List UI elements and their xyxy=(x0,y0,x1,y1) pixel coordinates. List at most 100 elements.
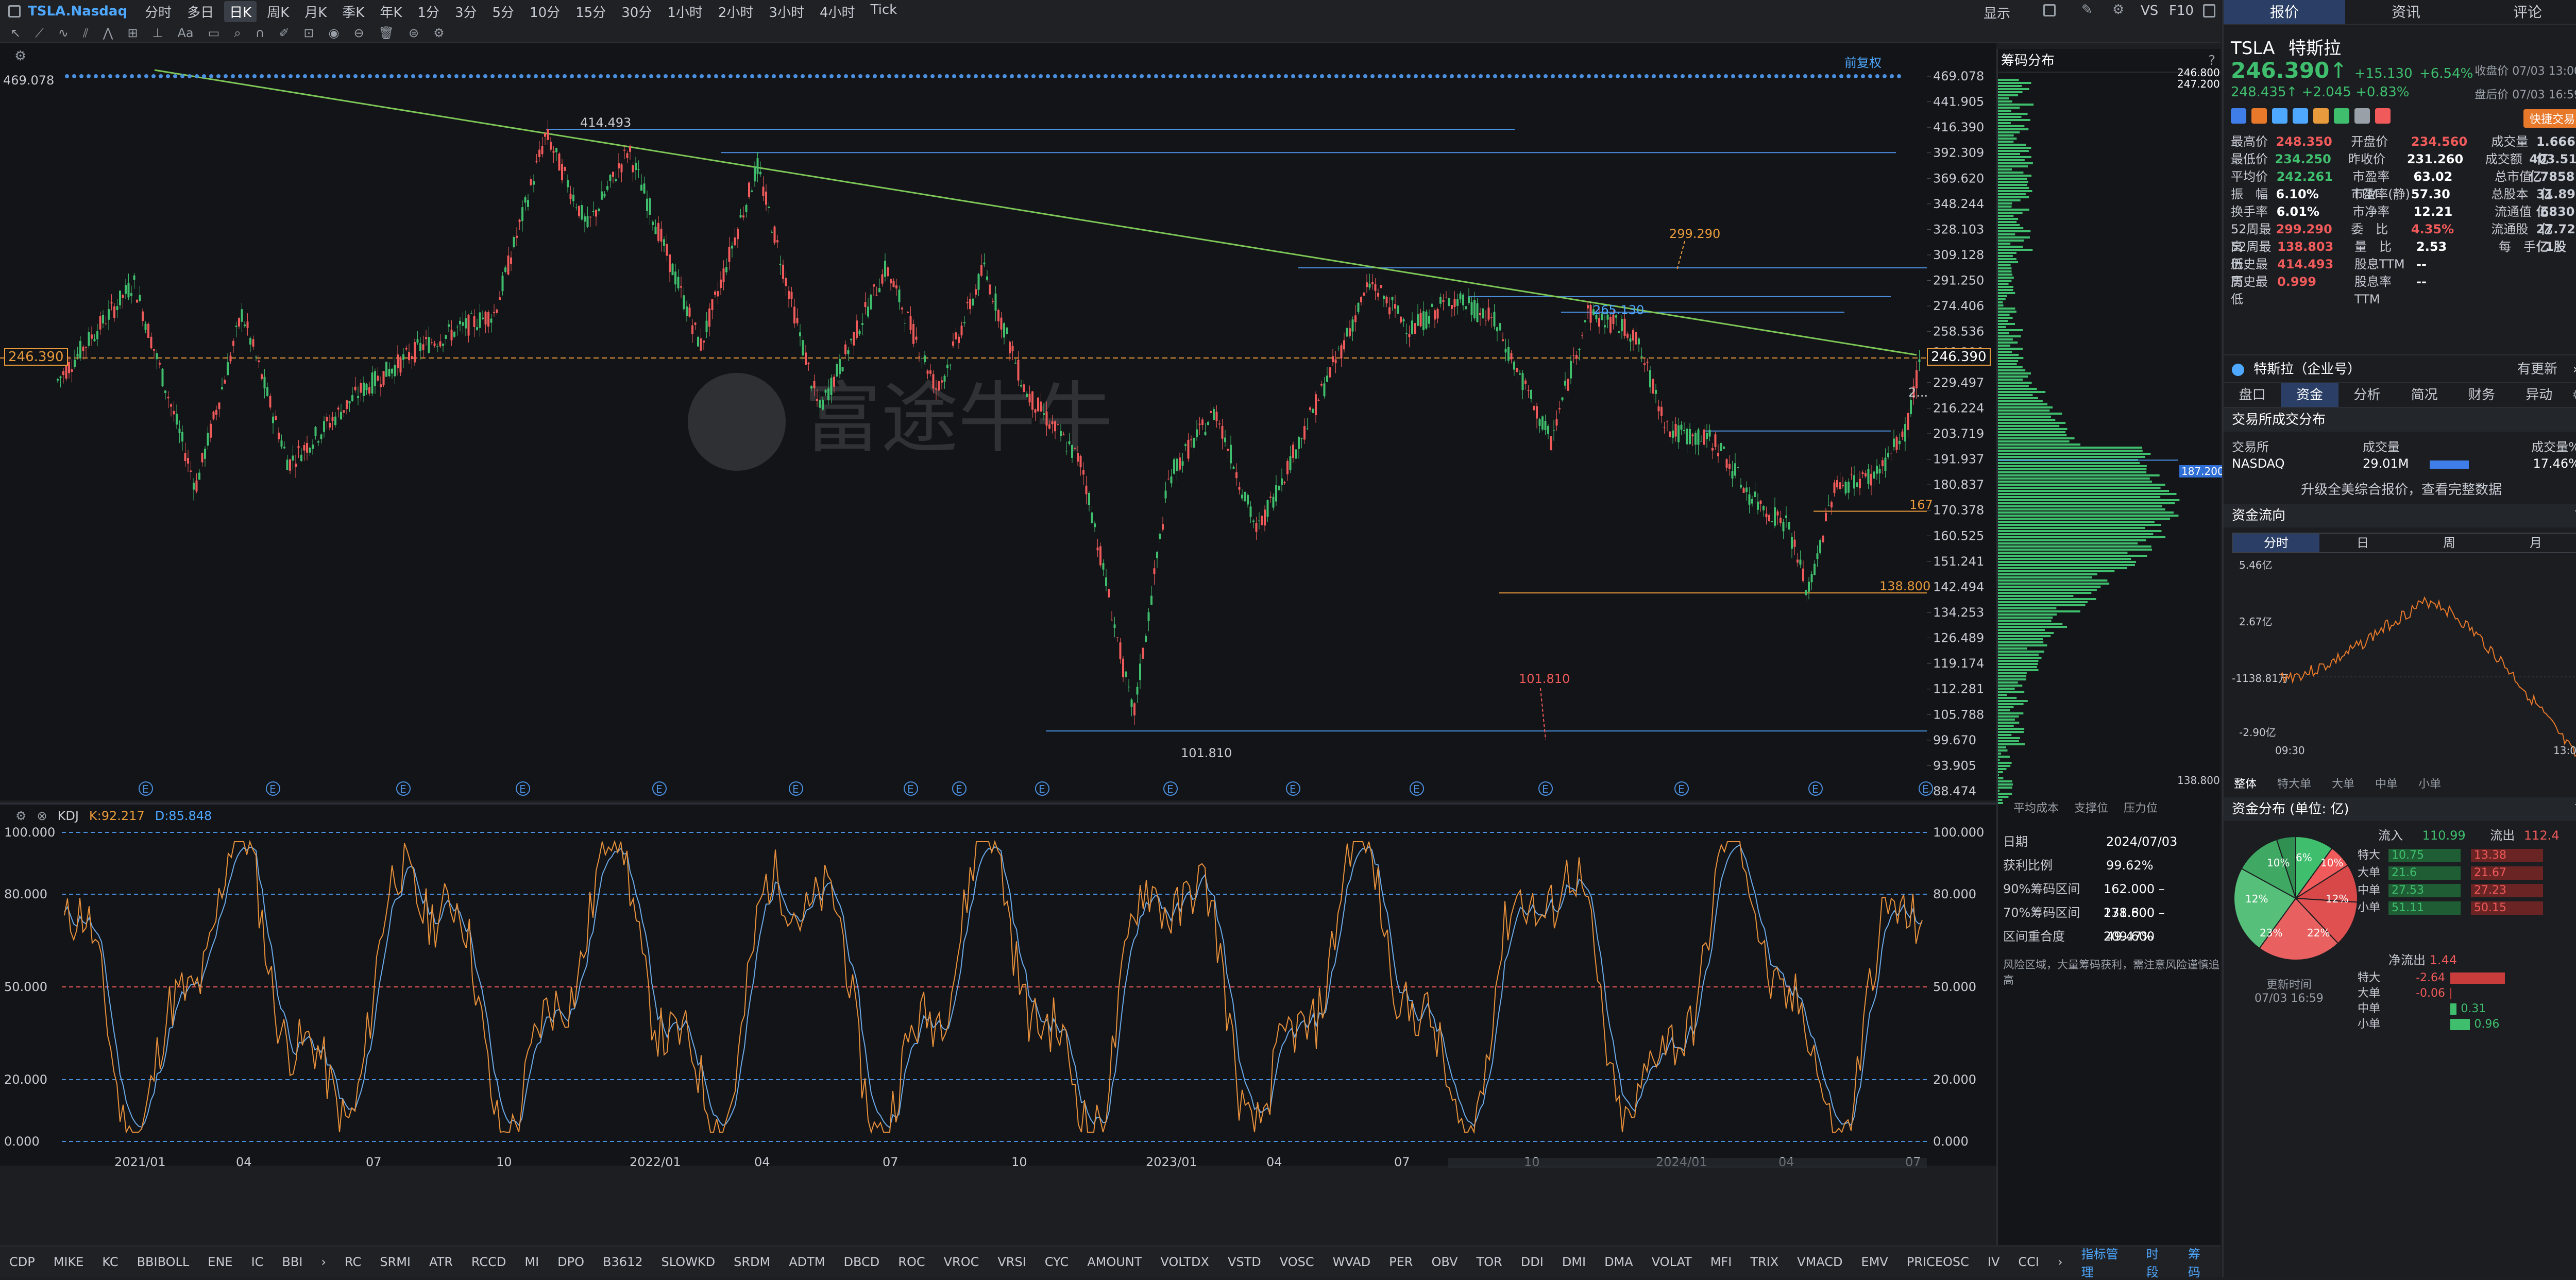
period-tab[interactable]: 年K xyxy=(375,1,407,22)
window-icon[interactable] xyxy=(8,5,21,18)
quote-tab[interactable]: 报价 xyxy=(2224,0,2345,24)
badge-icon[interactable] xyxy=(2251,108,2267,124)
indicator-tab[interactable]: VOLTDX xyxy=(1160,1255,1209,1269)
indicator-tab[interactable]: RCCD xyxy=(471,1255,506,1269)
period-tab[interactable]: 多日 xyxy=(182,1,219,22)
indicator-tab[interactable]: AMOUNT xyxy=(1087,1255,1142,1269)
cursor-icon[interactable]: ↖ xyxy=(10,26,21,40)
ruler-tool-icon[interactable]: ⊞ xyxy=(127,26,138,40)
period-tab[interactable]: 日K xyxy=(224,1,257,22)
trend-line[interactable] xyxy=(154,69,1917,356)
flow-tab[interactable]: 周 xyxy=(2406,534,2493,552)
indicator-tab[interactable]: SRMI xyxy=(380,1255,411,1269)
sub-tab[interactable]: 财务 xyxy=(2453,383,2510,407)
indicator-tab[interactable]: DPO xyxy=(557,1255,584,1269)
checkbox-icon[interactable] xyxy=(2043,4,2056,16)
indicator-tab[interactable]: B3612 xyxy=(603,1255,643,1269)
indicator-tab[interactable]: MFI xyxy=(1710,1255,1732,1269)
hide-icon[interactable]: ⊖ xyxy=(353,26,364,40)
period-tab[interactable]: 1分 xyxy=(412,1,445,22)
kdj-panel[interactable]: 100.000 100.000 80.000 80.000 50.000 50.000 20… xyxy=(0,803,1996,1168)
period-tab[interactable]: Tick xyxy=(866,1,903,22)
indicator-tab[interactable]: ROC xyxy=(898,1255,925,1269)
period-tab[interactable]: 30分 xyxy=(616,1,657,22)
quick-trade-button[interactable]: 快捷交易 xyxy=(2523,109,2576,128)
sub-tab[interactable]: 异动 xyxy=(2511,383,2568,407)
indicator-tab[interactable]: ENE xyxy=(208,1255,232,1269)
indicator-tab[interactable]: RC xyxy=(345,1255,361,1269)
indicator-tab[interactable]: 筹码 xyxy=(2188,1244,2211,1280)
measure-icon[interactable]: ▭ xyxy=(208,26,220,40)
period-tab[interactable]: 分时 xyxy=(140,1,177,22)
sub-tab[interactable]: 资金 xyxy=(2281,383,2338,407)
flow-help-icon[interactable]: ? xyxy=(2574,504,2576,527)
indicator-tab[interactable]: CDP xyxy=(9,1255,35,1269)
indicator-tab[interactable]: SRDM xyxy=(734,1255,770,1269)
pencil-icon[interactable]: ✎ xyxy=(2081,2,2093,18)
indicator-tab[interactable]: BBIBOLL xyxy=(137,1255,190,1269)
flow-legend-item[interactable]: 小单 xyxy=(2418,775,2441,797)
price-chart[interactable]: 富途牛牛 EEEEEEEEEEEEEEEE 469.078 441.905 416.… xyxy=(0,43,1996,800)
indicator-tab[interactable]: DDI xyxy=(1521,1255,1544,1269)
chart-settings-icon[interactable]: ⚙ xyxy=(14,48,26,64)
indicator-tab[interactable]: OBV xyxy=(1431,1255,1458,1269)
period-tab[interactable]: 10分 xyxy=(524,1,565,22)
indicator-tab[interactable]: VROC xyxy=(944,1255,979,1269)
quote-tab[interactable]: 评论 xyxy=(2467,0,2576,24)
toolbar-settings-icon[interactable]: ⚙ xyxy=(433,26,445,40)
indicator-tab[interactable]: › xyxy=(321,1255,326,1269)
sub-tab[interactable]: 分析 xyxy=(2338,383,2396,407)
flow-legend-item[interactable]: 特大单 xyxy=(2277,775,2311,797)
indicator-tab[interactable]: DBCD xyxy=(844,1255,880,1269)
indicator-tab[interactable]: PER xyxy=(1389,1255,1413,1269)
zoom-icon[interactable]: ⌕ xyxy=(234,26,241,40)
quote-tab[interactable]: 资讯 xyxy=(2345,0,2467,24)
subtab-settings-icon[interactable]: ⚙ xyxy=(2568,383,2576,407)
curve-tool-icon[interactable]: ∿ xyxy=(58,26,69,40)
trash-icon[interactable]: 🗑 xyxy=(379,26,394,40)
indicator-tab[interactable]: ADTM xyxy=(789,1255,825,1269)
indicator-tab[interactable]: VSTD xyxy=(1228,1255,1261,1269)
pattern-tool-icon[interactable]: ⋀ xyxy=(103,26,113,40)
flow-tab[interactable]: 月 xyxy=(2493,534,2576,552)
company-row[interactable]: 特斯拉（企业号） 有更新 › xyxy=(2224,354,2576,383)
indicator-tab[interactable]: 时段 xyxy=(2146,1244,2170,1280)
indicator-tab[interactable]: WVAD xyxy=(1333,1255,1371,1269)
ticker-label[interactable]: TSLA.Nasdaq xyxy=(28,4,127,19)
line-tool-icon[interactable]: ⟋ xyxy=(35,26,44,40)
company-update[interactable]: 有更新 xyxy=(2517,355,2557,383)
display-menu[interactable]: 显示 xyxy=(1984,3,2010,22)
kdj-close-icon[interactable]: ⊗ xyxy=(37,809,47,823)
indicator-tab[interactable]: VRSI xyxy=(997,1255,1026,1269)
badge-icon[interactable] xyxy=(2334,108,2349,124)
indicator-tab[interactable]: TRIX xyxy=(1750,1255,1778,1269)
lock-icon[interactable]: ⊡ xyxy=(303,26,314,40)
flow-tab[interactable]: 分时 xyxy=(2233,534,2319,552)
settings-icon[interactable]: ⚙ xyxy=(2112,2,2124,18)
badge-icon[interactable] xyxy=(2354,108,2370,124)
period-tab[interactable]: 4小时 xyxy=(815,1,860,22)
indicator-tab[interactable]: CYC xyxy=(1045,1255,1069,1269)
badge-icon[interactable] xyxy=(2231,108,2246,124)
period-tab[interactable]: 5分 xyxy=(487,1,520,22)
badge-icon[interactable] xyxy=(2272,108,2287,124)
indicator-tab[interactable]: DMA xyxy=(1604,1255,1633,1269)
brush-icon[interactable]: ✐ xyxy=(279,26,289,40)
period-tab[interactable]: 3分 xyxy=(450,1,482,22)
indicator-tab[interactable]: IC xyxy=(251,1255,264,1269)
period-tab[interactable]: 1小时 xyxy=(662,1,708,22)
indicator-tab[interactable]: VOSC xyxy=(1280,1255,1314,1269)
sub-tab[interactable]: 简况 xyxy=(2396,383,2453,407)
fib-tool-icon[interactable]: ⊥ xyxy=(152,26,163,40)
badge-icon[interactable] xyxy=(2313,108,2329,124)
f10-button[interactable]: F10 xyxy=(2169,3,2194,19)
vs-button[interactable]: VS xyxy=(2141,3,2158,19)
upgrade-link[interactable]: 升级全美综合报价，查看完整数据 xyxy=(2301,479,2502,498)
adjust-label[interactable]: 前复权 xyxy=(1844,53,1882,71)
period-tab[interactable]: 周K xyxy=(262,1,294,22)
indicator-tab[interactable]: PRICEOSC xyxy=(1907,1255,1969,1269)
indicator-tab[interactable]: KC xyxy=(102,1255,118,1269)
indicator-tab[interactable]: EMV xyxy=(1861,1255,1888,1269)
period-tab[interactable]: 季K xyxy=(337,1,369,22)
badge-icon[interactable] xyxy=(2375,108,2391,124)
